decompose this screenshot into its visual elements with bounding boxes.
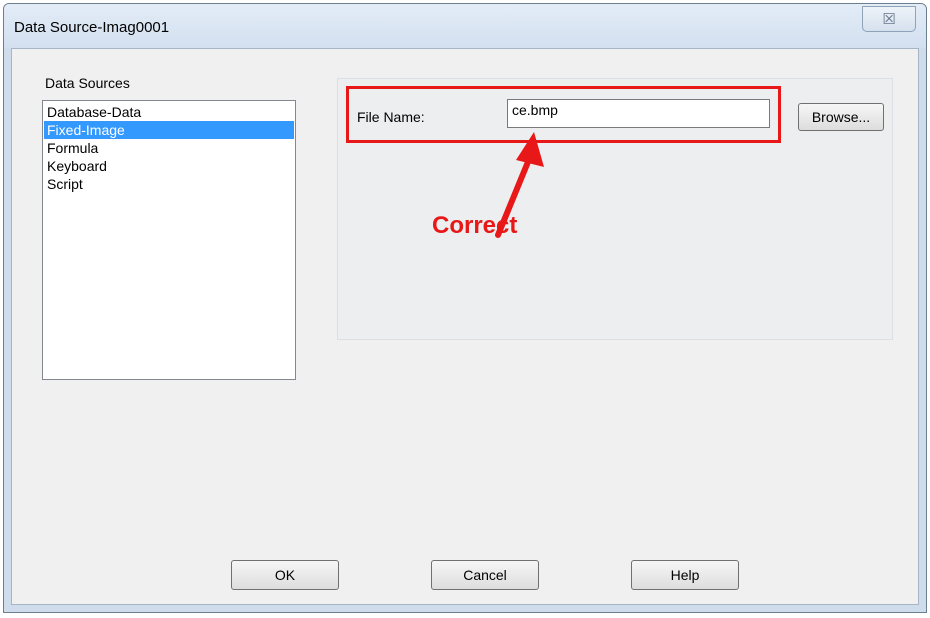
file-name-label: File Name: [357, 109, 425, 125]
list-item-formula[interactable]: Formula [44, 139, 294, 157]
dialog-client-area: Data Sources Database-Data Fixed-Image F… [11, 48, 919, 605]
data-sources-list[interactable]: Database-Data Fixed-Image Formula Keyboa… [42, 100, 296, 380]
title-bar[interactable]: Data Source-Imag0001 ☒ [4, 4, 926, 48]
close-button[interactable]: ☒ [862, 6, 916, 32]
browse-button[interactable]: Browse... [798, 103, 884, 131]
file-name-input[interactable] [507, 99, 770, 128]
ok-button[interactable]: OK [231, 560, 339, 590]
annotation-label: Correct [432, 212, 518, 239]
cancel-button[interactable]: Cancel [431, 560, 539, 590]
list-item-keyboard[interactable]: Keyboard [44, 157, 294, 175]
window-title: Data Source-Imag0001 [14, 19, 170, 36]
close-icon: ☒ [882, 11, 896, 28]
help-button[interactable]: Help [631, 560, 739, 590]
list-item-script[interactable]: Script [44, 175, 294, 193]
list-item-fixed-image[interactable]: Fixed-Image [44, 121, 294, 139]
list-item-database-data[interactable]: Database-Data [44, 103, 294, 121]
data-sources-label: Data Sources [45, 75, 130, 91]
dialog-window: Data Source-Imag0001 ☒ Data Sources Data… [3, 3, 927, 613]
